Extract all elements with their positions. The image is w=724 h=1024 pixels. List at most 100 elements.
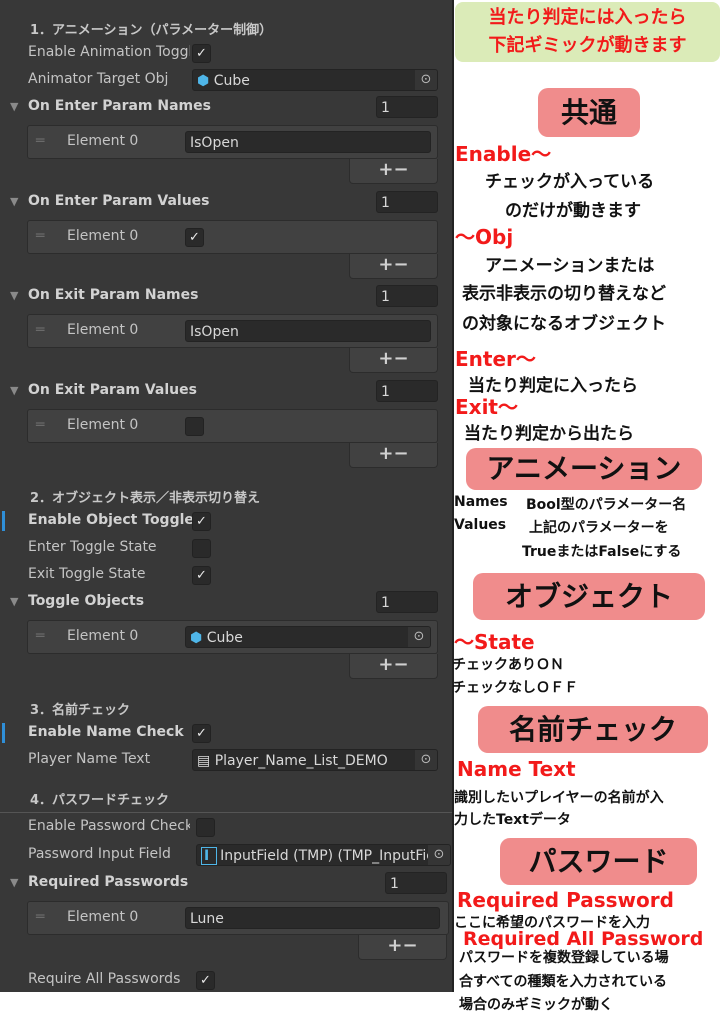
foldout-triangle-icon[interactable]: ▼ <box>10 289 18 302</box>
selection-indicator <box>2 511 5 531</box>
foldout-triangle-icon[interactable]: ▼ <box>10 595 18 608</box>
exit-desc: 当たり判定から出たら <box>464 424 634 444</box>
field-label: Enable Password Check <box>28 818 190 834</box>
object-field-value: Player_Name_List_DEMO <box>214 753 388 769</box>
element-label: Element 0 <box>67 228 139 244</box>
drag-handle-icon[interactable]: ═ <box>36 228 44 244</box>
element-label: Element 0 <box>67 417 139 433</box>
remove-element-button[interactable]: − <box>403 935 418 956</box>
cube-icon: ⬢ <box>190 630 207 646</box>
object-picker-icon[interactable]: ⊙ <box>428 845 450 865</box>
object-field-value: Cube <box>213 73 250 89</box>
remove-element-button[interactable]: − <box>394 348 409 369</box>
object-field-value: InputField (TMP) (TMP_InputField) <box>220 848 451 864</box>
section-header: 3．名前チェック <box>30 703 131 718</box>
section-header: 4．パスワードチェック <box>30 793 170 808</box>
array-size-field[interactable]: 1 <box>376 96 438 118</box>
name-check-title: 名前チェック <box>478 706 708 753</box>
add-remove-buttons: +− <box>349 254 438 279</box>
password-title: パスワード <box>500 838 697 885</box>
object-picker-icon[interactable]: ⊙ <box>415 70 437 90</box>
element-object-field[interactable]: ⬢ Cube ⊙ <box>185 626 431 648</box>
values-desc: TrueまたはFalseにする <box>522 544 682 560</box>
enable-name-check-checkbox[interactable]: ✓ <box>192 724 211 743</box>
enter-toggle-state-checkbox[interactable] <box>192 539 211 558</box>
array-list: ═ Element 0 IsOpen <box>27 314 438 348</box>
field-label: Player Name Text <box>28 751 151 767</box>
input-field-icon: I <box>201 847 218 865</box>
require-all-passwords-checkbox[interactable]: ✓ <box>196 971 215 990</box>
animation-title: アニメーション <box>466 448 702 490</box>
drag-handle-icon[interactable]: ═ <box>36 322 44 338</box>
element-text-field[interactable]: IsOpen <box>185 131 431 153</box>
obj-key: 〜Obj <box>455 225 514 249</box>
add-element-button[interactable]: + <box>378 348 393 369</box>
banner: 当たり判定には入ったら 下記ギミックが動きます <box>455 2 720 62</box>
enable-key: Enable〜 <box>455 142 552 166</box>
reqpw-key: Required Password <box>457 888 674 912</box>
check-icon: ✓ <box>196 514 207 529</box>
state-desc: チェックなしＯＦＦ <box>452 680 578 696</box>
element-label: Element 0 <box>67 133 139 149</box>
add-element-button[interactable]: + <box>378 654 393 675</box>
remove-element-button[interactable]: − <box>394 254 409 275</box>
drag-handle-icon[interactable]: ═ <box>36 628 44 644</box>
obj-desc: 表示非表示の切り替えなど <box>462 284 666 304</box>
obj-desc: アニメーションまたは <box>485 256 655 276</box>
drag-handle-icon[interactable]: ═ <box>36 133 44 149</box>
object-picker-icon[interactable]: ⊙ <box>415 750 437 770</box>
values-desc: 上記のパラメーターを <box>529 520 669 536</box>
check-icon: ✓ <box>196 726 207 741</box>
array-list: ═ Element 0 IsOpen <box>27 125 438 159</box>
remove-element-button[interactable]: − <box>394 443 409 464</box>
foldout-triangle-icon[interactable]: ▼ <box>10 100 18 113</box>
object-field[interactable]: I InputField (TMP) (TMP_InputField) ⊙ <box>196 844 451 866</box>
field-label: Animator Target Obj <box>28 71 169 87</box>
selection-indicator <box>2 723 5 743</box>
array-size-field[interactable]: 1 <box>385 872 447 894</box>
array-size-field[interactable]: 1 <box>376 285 438 307</box>
enable-password-checkbox[interactable] <box>196 818 215 837</box>
field-label: Toggle Objects <box>28 593 145 609</box>
array-list: ═ Element 0 ✓ <box>27 220 438 254</box>
add-element-button[interactable]: + <box>378 443 393 464</box>
enter-key: Enter〜 <box>455 347 536 371</box>
state-key: 〜State <box>454 630 535 654</box>
drag-handle-icon[interactable]: ═ <box>36 909 44 925</box>
unity-inspector-panel: 1．アニメーション（パラメーター制御） Enable Animation Togg… <box>0 0 454 992</box>
add-element-button[interactable]: + <box>378 159 393 180</box>
element-checkbox[interactable] <box>185 417 204 436</box>
element-label: Element 0 <box>67 909 139 925</box>
object-field[interactable]: ▤ Player_Name_List_DEMO ⊙ <box>192 749 438 771</box>
foldout-triangle-icon[interactable]: ▼ <box>10 195 18 208</box>
field-label: Enable Name Check <box>28 724 184 740</box>
foldout-triangle-icon[interactable]: ▼ <box>10 876 18 889</box>
drag-handle-icon[interactable]: ═ <box>36 417 44 433</box>
divider <box>0 812 452 813</box>
add-remove-buttons: +− <box>349 654 438 679</box>
object-picker-icon[interactable]: ⊙ <box>408 627 430 647</box>
add-element-button[interactable]: + <box>387 935 402 956</box>
enable-animation-checkbox[interactable]: ✓ <box>192 44 211 63</box>
enable-desc: のだけが動きます <box>505 201 641 221</box>
remove-element-button[interactable]: − <box>394 159 409 180</box>
nametext-desc: 識別したいプレイヤーの名前が入 <box>454 790 664 806</box>
exit-toggle-state-checkbox[interactable]: ✓ <box>192 566 211 585</box>
enable-desc: チェックが入っている <box>485 172 655 192</box>
object-field[interactable]: ⬢ Cube ⊙ <box>192 69 438 91</box>
text-asset-icon: ▤ <box>197 753 215 769</box>
element-label: Element 0 <box>67 628 139 644</box>
enable-object-toggle-checkbox[interactable]: ✓ <box>192 512 211 531</box>
array-size-field[interactable]: 1 <box>376 591 438 613</box>
element-text-field[interactable]: IsOpen <box>185 320 431 342</box>
element-text-field[interactable]: Lune <box>185 907 440 929</box>
foldout-triangle-icon[interactable]: ▼ <box>10 384 18 397</box>
add-element-button[interactable]: + <box>378 254 393 275</box>
element-checkbox[interactable]: ✓ <box>185 228 204 247</box>
array-size-field[interactable]: 1 <box>376 191 438 213</box>
array-size-field[interactable]: 1 <box>376 380 438 402</box>
remove-element-button[interactable]: − <box>394 654 409 675</box>
state-desc: チェックありＯＮ <box>452 657 564 673</box>
check-icon: ✓ <box>189 230 200 245</box>
object-field-value: Cube <box>206 630 243 646</box>
